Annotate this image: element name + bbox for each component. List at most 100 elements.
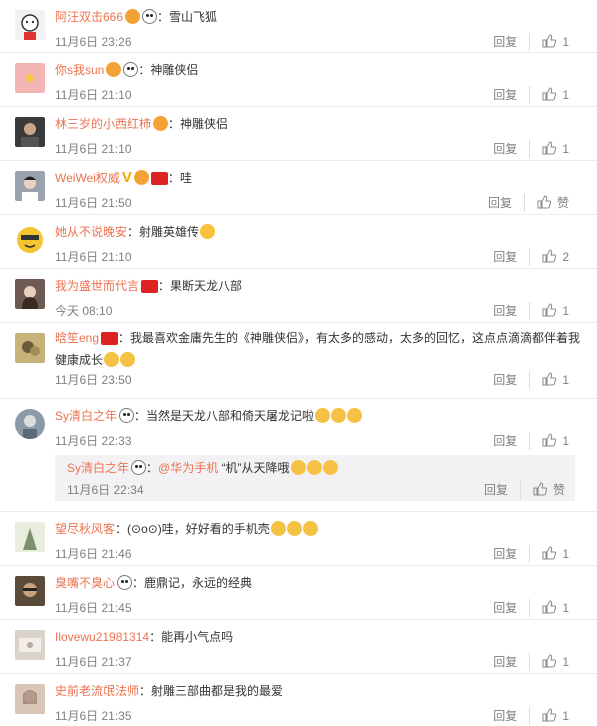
- thumbs-up-icon: [542, 433, 557, 447]
- thumbs-up-icon: [542, 372, 557, 386]
- nested-reply: Sy清白之年 ：@华为手机 “机”从天降哦 11月6日 22:34 回复 赞: [55, 455, 575, 501]
- reply-button[interactable]: 回复: [493, 302, 531, 320]
- comment-text: 射雕三部曲都是我的最爱: [151, 684, 284, 698]
- avatar[interactable]: [15, 10, 45, 40]
- avatar[interactable]: [15, 171, 45, 201]
- reply-button[interactable]: 回复: [493, 599, 531, 617]
- username-link[interactable]: 臭嘴不臭心: [55, 576, 115, 590]
- comment-item: Ilovewu21981314：能再小气点吗 11月6日 21:37 回复 1: [0, 620, 597, 674]
- like-count: 1: [562, 601, 569, 615]
- reply-button[interactable]: 回复: [493, 707, 531, 725]
- username-link[interactable]: 望尽秋风客: [55, 522, 115, 536]
- reply-button[interactable]: 回复: [493, 653, 531, 671]
- like-button[interactable]: 1: [542, 599, 569, 617]
- like-button[interactable]: 2: [542, 248, 569, 266]
- avatar[interactable]: [15, 225, 45, 255]
- comment-time: 11月6日 21:10: [55, 142, 132, 156]
- reply-button[interactable]: 回复: [493, 33, 531, 51]
- mention-link[interactable]: @华为手机: [158, 461, 218, 475]
- like-button[interactable]: 1: [542, 545, 569, 563]
- username-link[interactable]: 阿汪双击666: [55, 10, 123, 24]
- comment-text: 射雕英雄传: [139, 225, 200, 239]
- member-badge-icon: [150, 172, 168, 185]
- like-button[interactable]: 1: [542, 86, 569, 104]
- colon: ：: [127, 225, 140, 239]
- laugh-emoji-icon: [322, 460, 338, 475]
- username-link[interactable]: 晗笙eng: [55, 331, 99, 345]
- username-link[interactable]: WeiWei权威: [55, 171, 120, 185]
- panda-badge-icon: [119, 408, 135, 423]
- like-button[interactable]: 1: [542, 432, 569, 450]
- kiss-emoji-icon: [200, 224, 216, 239]
- reply-button[interactable]: 回复: [493, 371, 531, 389]
- username-link[interactable]: 林三岁的小西红柿: [55, 117, 151, 131]
- like-button[interactable]: 1: [542, 707, 569, 725]
- member-badge-icon: [101, 332, 119, 345]
- like-count: 赞: [556, 196, 569, 210]
- avatar[interactable]: [15, 630, 45, 660]
- vip-badge-icon: [106, 62, 122, 77]
- thumbs-up-icon: [542, 34, 557, 48]
- username-link[interactable]: 她从不说晚安: [55, 225, 127, 239]
- reply-button[interactable]: 回复: [493, 248, 531, 266]
- like-button[interactable]: 1: [542, 302, 569, 320]
- avatar[interactable]: [15, 522, 45, 552]
- like-count: 1: [562, 35, 569, 49]
- panda-badge-icon: [123, 62, 139, 77]
- like-count: 2: [562, 250, 569, 264]
- avatar[interactable]: [15, 117, 45, 147]
- reply-button[interactable]: 回复: [484, 481, 521, 499]
- colon: ：: [134, 409, 147, 423]
- username-link[interactable]: 你s我sun: [55, 63, 104, 77]
- comment-time: 今天 08:10: [55, 304, 113, 318]
- colon: ：: [132, 576, 145, 590]
- vip-badge-icon: [133, 170, 149, 185]
- avatar[interactable]: [15, 409, 45, 439]
- comment-text: (⊙o⊙)哇，好好看的手机壳: [127, 522, 270, 536]
- comment-text: 鹿鼎记，永远的经典: [144, 576, 253, 590]
- like-button[interactable]: 1: [542, 33, 569, 51]
- laugh-emoji-icon: [347, 408, 363, 423]
- like-count: 1: [562, 655, 569, 669]
- reply-button[interactable]: 回复: [493, 140, 531, 158]
- comment-time: 11月6日 21:10: [55, 88, 132, 102]
- avatar[interactable]: [15, 576, 45, 606]
- avatar[interactable]: [15, 684, 45, 714]
- username-link[interactable]: 史前老流氓法师: [55, 684, 139, 698]
- like-count: 1: [562, 547, 569, 561]
- reply-text: “机”从天降哦: [221, 461, 290, 475]
- thumbs-up-icon: [533, 482, 547, 496]
- reply-button[interactable]: 回复: [493, 432, 531, 450]
- avatar[interactable]: [15, 333, 45, 363]
- like-button[interactable]: 赞: [533, 481, 565, 499]
- comment-item: 我为盛世而代言 ：果断天龙八部 今天 08:10 回复 1: [0, 269, 597, 323]
- comment-item: 晗笙eng ：我最喜欢金庸先生的《神雕侠侣》，有太多的感动，太多的回忆，这点点滴滴…: [0, 323, 597, 399]
- like-count: 1: [562, 709, 569, 723]
- username-link[interactable]: 我为盛世而代言: [55, 279, 139, 293]
- laugh-emoji-icon: [331, 408, 347, 423]
- comment-time: 11月6日 22:33: [55, 434, 132, 448]
- comment-time: 11月6日 21:37: [55, 655, 132, 669]
- comment-item: 阿汪双击666 ：雪山飞狐 11月6日 23:26 回复 1: [0, 0, 597, 53]
- like-button[interactable]: 1: [542, 653, 569, 671]
- like-button[interactable]: 1: [542, 371, 569, 389]
- comment-time: 11月6日 23:50: [55, 373, 132, 387]
- reply-username-link[interactable]: Sy清白之年: [67, 461, 129, 475]
- surprised-emoji-icon: [270, 521, 286, 536]
- smile-emoji-icon: [120, 352, 136, 367]
- reply-time: 11月6日 22:34: [67, 483, 144, 497]
- reply-button[interactable]: 回复: [493, 86, 531, 104]
- reply-button[interactable]: 回复: [493, 545, 531, 563]
- like-button[interactable]: 赞: [537, 194, 569, 212]
- like-button[interactable]: 1: [542, 140, 569, 158]
- thumbs-up-icon: [542, 546, 557, 560]
- comment-text: 雪山飞狐: [169, 10, 218, 24]
- username-link[interactable]: Ilovewu21981314: [55, 630, 149, 644]
- reply-button[interactable]: 回复: [488, 194, 525, 212]
- comment-item: 望尽秋风客：(⊙o⊙)哇，好好看的手机壳 11月6日 21:46 回复 1: [0, 512, 597, 566]
- avatar[interactable]: [15, 279, 45, 309]
- laugh-emoji-icon: [315, 408, 331, 423]
- panda-badge-icon: [117, 575, 133, 590]
- username-link[interactable]: Sy清白之年: [55, 409, 117, 423]
- avatar[interactable]: [15, 63, 45, 93]
